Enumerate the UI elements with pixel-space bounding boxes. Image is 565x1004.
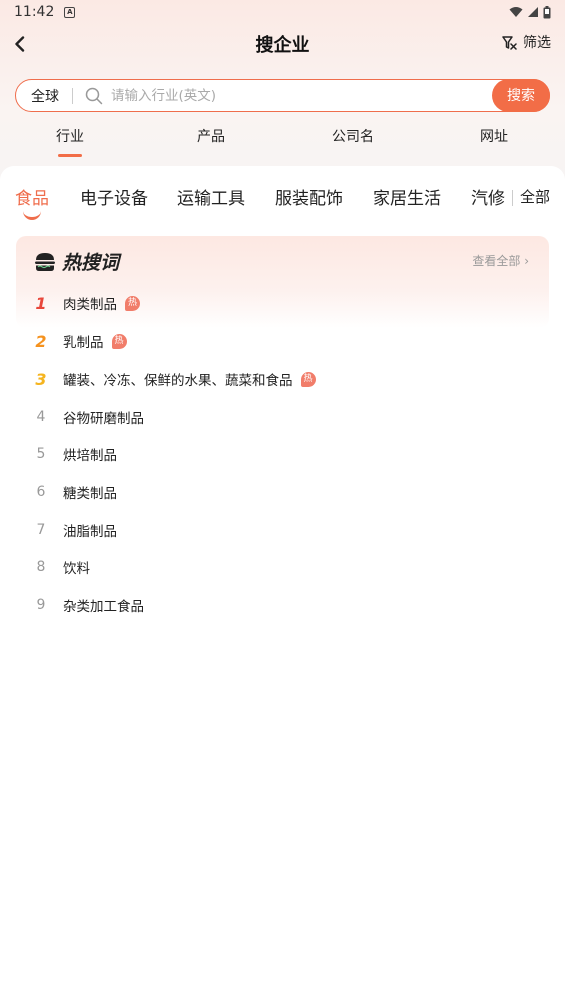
list-item[interactable]: 9 杂类加工食品 (0, 590, 565, 620)
list-item[interactable]: 3 罐装、冷冻、保鲜的水果、蔬菜和食品 热 (0, 364, 565, 394)
list-item[interactable]: 5 烘培制品 (0, 439, 565, 469)
list-item-label: 肉类制品 (63, 297, 117, 313)
list-item-content: 肉类制品 热 (63, 293, 140, 313)
list-item-label: 罐装、冷冻、保鲜的水果、蔬菜和食品 (63, 373, 293, 389)
rank-number: 6 (36, 484, 46, 500)
tab-company-name[interactable]: 公司名 (313, 126, 393, 146)
list-item[interactable]: 7 油脂制品 (0, 515, 565, 545)
list-item-content: 乳制品 热 (63, 331, 127, 351)
rank-number: 9 (36, 597, 46, 613)
list-item-content: 罐装、冷冻、保鲜的水果、蔬菜和食品 热 (63, 369, 316, 389)
page-title: 搜企业 (255, 35, 310, 56)
category-all-button[interactable]: 全部 (520, 186, 550, 207)
chevron-left-icon (15, 36, 25, 52)
category-tab-apparel[interactable]: 服装配饰 (275, 184, 343, 209)
rank-number: 5 (36, 446, 46, 462)
search-button[interactable]: 搜索 (492, 78, 550, 112)
divider (72, 87, 73, 104)
filter-label: 筛选 (523, 35, 551, 51)
hot-badge: 热 (111, 333, 127, 349)
filter-button[interactable]: 筛选 (502, 32, 551, 52)
burger-icon (35, 252, 55, 271)
hot-badge: 热 (125, 295, 140, 311)
hot-search-title: 热搜词 (62, 252, 120, 274)
tab-industry[interactable]: 行业 (30, 126, 110, 157)
search-input-wrap (85, 87, 549, 105)
wifi-icon (509, 7, 523, 17)
category-tab-auto-repair[interactable]: 汽修 (471, 184, 505, 209)
rank-number: 4 (36, 409, 46, 425)
list-item[interactable]: 6 糖类制品 (0, 477, 565, 507)
tab-product[interactable]: 产品 (171, 126, 251, 146)
mode-tabs: 行业 产品 公司名 网址 (0, 126, 565, 160)
category-divider (512, 190, 513, 206)
list-item[interactable]: 2 乳制品 热 (0, 326, 565, 356)
category-tab-electronics[interactable]: 电子设备 (80, 184, 148, 209)
category-active-indicator (23, 210, 41, 220)
hot-search-header: 热搜词 (34, 248, 119, 275)
header: 搜企业 筛选 (0, 26, 565, 62)
list-item[interactable]: 4 谷物研磨制品 (0, 402, 565, 432)
list-item-label: 乳制品 (63, 335, 104, 351)
category-tab-home[interactable]: 家居生活 (373, 184, 441, 209)
list-item-label: 饮料 (63, 561, 90, 577)
signal-icon (528, 7, 538, 17)
category-tab-transport[interactable]: 运输工具 (177, 184, 245, 209)
list-item-label: 糖类制品 (63, 486, 117, 502)
search-icon (85, 87, 103, 104)
content-panel: 食品 电子设备 运输工具 服装配饰 家居生活 汽修 全部 热搜词 查看全部 › … (0, 166, 565, 1004)
list-item[interactable]: 8 饮料 (0, 552, 565, 582)
status-bar: 11:42 A (0, 0, 565, 24)
status-time: 11:42 (14, 4, 55, 20)
rank-number: 3 (35, 369, 47, 389)
a-icon: A (64, 6, 76, 18)
status-icons (509, 5, 551, 19)
rank-number: 8 (36, 559, 46, 575)
list-item-label: 杂类加工食品 (63, 599, 144, 615)
category-tab-food[interactable]: 食品 (15, 184, 49, 209)
list-item-label: 谷物研磨制品 (63, 411, 144, 427)
list-item-label: 烘培制品 (63, 448, 117, 464)
rank-number: 7 (36, 522, 46, 538)
search-bar: 全球 搜索 (15, 78, 550, 112)
rank-number: 1 (35, 293, 47, 313)
battery-icon (543, 5, 551, 18)
rank-number: 2 (35, 331, 47, 351)
tab-website[interactable]: 网址 (454, 126, 534, 146)
list-item-label: 油脂制品 (63, 524, 117, 540)
filter-icon (502, 35, 517, 50)
view-all-link[interactable]: 查看全部 › (472, 252, 529, 269)
search-input[interactable] (111, 87, 411, 104)
back-button[interactable] (8, 32, 32, 56)
scope-select[interactable]: 全球 (16, 86, 72, 106)
category-tabs: 食品 电子设备 运输工具 服装配饰 家居生活 汽修 全部 (0, 184, 565, 224)
list-item[interactable]: 1 肉类制品 热 (0, 288, 565, 318)
hot-badge: 热 (300, 371, 316, 387)
